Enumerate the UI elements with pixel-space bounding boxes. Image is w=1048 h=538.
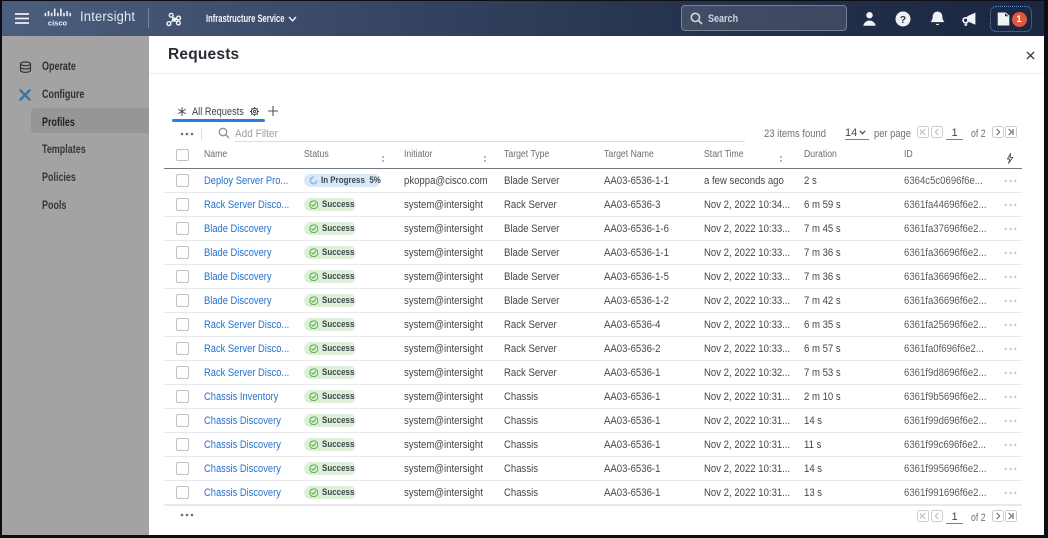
svg-text:?: ? (900, 13, 906, 25)
svg-text:cisco: cisco (48, 18, 68, 27)
